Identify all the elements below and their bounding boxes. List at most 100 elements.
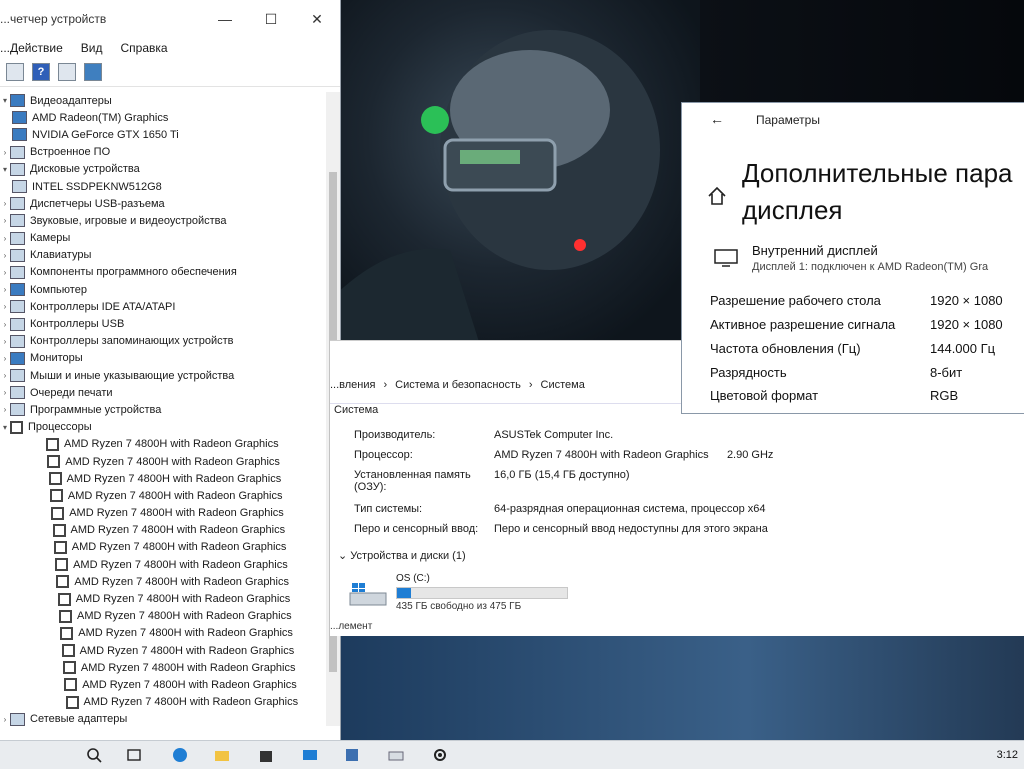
chevron-right-icon[interactable]: › (0, 371, 10, 380)
cpu-icon (48, 472, 62, 486)
info-value: 1920 × 1080 (930, 293, 1003, 308)
chevron-right-icon[interactable]: › (0, 320, 10, 329)
cpu-icon (65, 695, 79, 709)
taskbar-clock[interactable]: 3:12 (997, 749, 1018, 761)
wallpaper-dark-region (690, 0, 1024, 110)
software-component-icon (10, 265, 25, 279)
maximize-button[interactable]: ☐ (248, 11, 294, 28)
display-info-row: Разрядность 8-бит (710, 365, 962, 380)
chevron-down-icon[interactable]: ▾ (0, 96, 10, 105)
tree-device[interactable]: INTEL SSDPEKNW512G8 (0, 178, 326, 195)
tree-device[interactable]: AMD Ryzen 7 4800H with Radeon Graphics (0, 453, 326, 470)
properties-icon[interactable] (6, 63, 24, 81)
app-icon[interactable] (344, 747, 360, 763)
tree-device[interactable]: AMD Ryzen 7 4800H with Radeon Graphics (0, 522, 326, 539)
chevron-right-icon[interactable]: › (0, 302, 10, 311)
chevron-right-icon[interactable]: › (0, 148, 10, 157)
chevron-right-icon[interactable]: › (0, 388, 10, 397)
close-button[interactable]: ✕ (294, 11, 340, 28)
tree-device[interactable]: AMD Ryzen 7 4800H with Radeon Graphics (0, 436, 326, 453)
section-title: Система (334, 404, 379, 416)
tree-device[interactable]: AMD Ryzen 7 4800H with Radeon Graphics (0, 659, 326, 676)
settings-app-title: Параметры (756, 113, 820, 127)
breadcrumb-item[interactable]: Система (541, 379, 585, 391)
drive-name[interactable]: OS (C:) (396, 573, 430, 584)
tree-item-label: AMD Ryzen 7 4800H with Radeon Graphics (74, 575, 289, 588)
tree-device[interactable]: AMD Ryzen 7 4800H with Radeon Graphics (0, 676, 326, 693)
cpu-icon (52, 523, 66, 537)
scan-hardware-icon[interactable] (84, 63, 102, 81)
tree-device[interactable]: AMD Ryzen 7 4800H with Radeon Graphics (0, 487, 326, 504)
tree-item-label: AMD Radeon(TM) Graphics (32, 111, 169, 124)
tree-category[interactable]: › Звуковые, игровые и видеоустройства (0, 212, 326, 229)
chevron-right-icon[interactable]: › (0, 285, 10, 294)
chevron-right-icon[interactable]: › (0, 251, 10, 260)
breadcrumb-item[interactable]: ...вления (330, 379, 375, 391)
tree-device[interactable]: NVIDIA GeForce GTX 1650 Ti (0, 126, 326, 143)
tree-category[interactable]: › Очереди печати (0, 384, 326, 401)
mail-icon[interactable] (302, 747, 318, 763)
edge-browser-icon[interactable] (172, 747, 188, 763)
back-arrow-icon[interactable]: ← (710, 111, 724, 127)
chevron-right-icon[interactable]: › (0, 337, 10, 346)
tree-device[interactable]: AMD Ryzen 7 4800H with Radeon Graphics (0, 539, 326, 556)
chevron-right-icon[interactable]: › (0, 405, 10, 414)
tree-device[interactable]: AMD Ryzen 7 4800H with Radeon Graphics (0, 625, 326, 642)
tree-device[interactable]: AMD Ryzen 7 4800H with Radeon Graphics (0, 694, 326, 711)
tree-item-label: Видеоадаптеры (30, 94, 112, 107)
tree-category[interactable]: › Контроллеры IDE ATA/ATAPI (0, 298, 326, 315)
chevron-right-icon[interactable]: › (0, 354, 10, 363)
store-icon[interactable] (258, 747, 274, 763)
usb-icon (10, 197, 25, 211)
tree-category[interactable]: › Контроллеры запоминающих устройств (0, 333, 326, 350)
menu-view[interactable]: Вид (81, 41, 103, 55)
tree-device[interactable]: AMD Ryzen 7 4800H with Radeon Graphics (0, 590, 326, 607)
help-icon[interactable]: ? (32, 63, 50, 81)
menu-help[interactable]: Справка (120, 41, 167, 55)
tree-device[interactable]: AMD Ryzen 7 4800H with Radeon Graphics (0, 573, 326, 590)
tree-device[interactable]: AMD Ryzen 7 4800H with Radeon Graphics (0, 470, 326, 487)
tree-category[interactable]: › Компоненты программного обеспечения (0, 264, 326, 281)
chevron-right-icon[interactable]: › (0, 199, 10, 208)
chevron-right-icon[interactable]: › (0, 234, 10, 243)
tree-device[interactable]: AMD Ryzen 7 4800H with Radeon Graphics (0, 556, 326, 573)
search-icon[interactable] (86, 747, 102, 763)
control-panel-icon[interactable] (388, 747, 404, 763)
chevron-right-icon[interactable]: › (0, 715, 10, 724)
tree-device[interactable]: AMD Ryzen 7 4800H with Radeon Graphics (0, 608, 326, 625)
elements-count: ...лемент (330, 621, 373, 632)
tree-item-label: INTEL SSDPEKNW512G8 (32, 180, 162, 193)
minimize-button[interactable]: — (202, 11, 248, 27)
tree-category[interactable]: ▾ Видеоадаптеры (0, 92, 326, 109)
tree-category[interactable]: ▾ Процессоры (0, 419, 326, 436)
chevron-right-icon[interactable]: › (0, 216, 10, 225)
tree-category[interactable]: › Камеры (0, 230, 326, 247)
file-explorer-icon[interactable] (214, 747, 230, 763)
tree-category[interactable]: › Мониторы (0, 350, 326, 367)
tree-category[interactable]: › Сетевые адаптеры (0, 711, 326, 726)
spec-value: Перо и сенсорный ввод недоступны для это… (494, 523, 768, 535)
task-view-icon[interactable] (126, 747, 142, 763)
details-icon[interactable] (58, 63, 76, 81)
tree-category[interactable]: › Клавиатуры (0, 247, 326, 264)
tree-device[interactable]: AMD Radeon(TM) Graphics (0, 109, 326, 126)
tree-category[interactable]: › Мыши и иные указывающие устройства (0, 367, 326, 384)
home-icon[interactable] (706, 185, 728, 207)
tree-category[interactable]: › Компьютер (0, 281, 326, 298)
tree-category[interactable]: › Встроенное ПО (0, 144, 326, 161)
taskbar: 3:12 (0, 740, 1024, 769)
devices-header[interactable]: ⌄ Устройства и диски (1) (338, 549, 466, 562)
menu-action[interactable]: ...Действие (0, 41, 63, 55)
breadcrumb-item[interactable]: Система и безопасность (395, 379, 521, 391)
tree-category[interactable]: ▾ Дисковые устройства (0, 161, 326, 178)
tree-device[interactable]: AMD Ryzen 7 4800H with Radeon Graphics (0, 505, 326, 522)
tree-device[interactable]: AMD Ryzen 7 4800H with Radeon Graphics (0, 642, 326, 659)
chevron-down-icon[interactable]: ▾ (0, 423, 10, 432)
tree-category[interactable]: › Контроллеры USB (0, 315, 326, 332)
chevron-down-icon[interactable]: ▾ (0, 165, 10, 174)
gear-icon[interactable] (432, 747, 448, 763)
tree-item-label: Встроенное ПО (30, 146, 111, 159)
tree-category[interactable]: › Диспетчеры USB-разъема (0, 195, 326, 212)
chevron-right-icon[interactable]: › (0, 268, 10, 277)
tree-category[interactable]: › Программные устройства (0, 401, 326, 418)
